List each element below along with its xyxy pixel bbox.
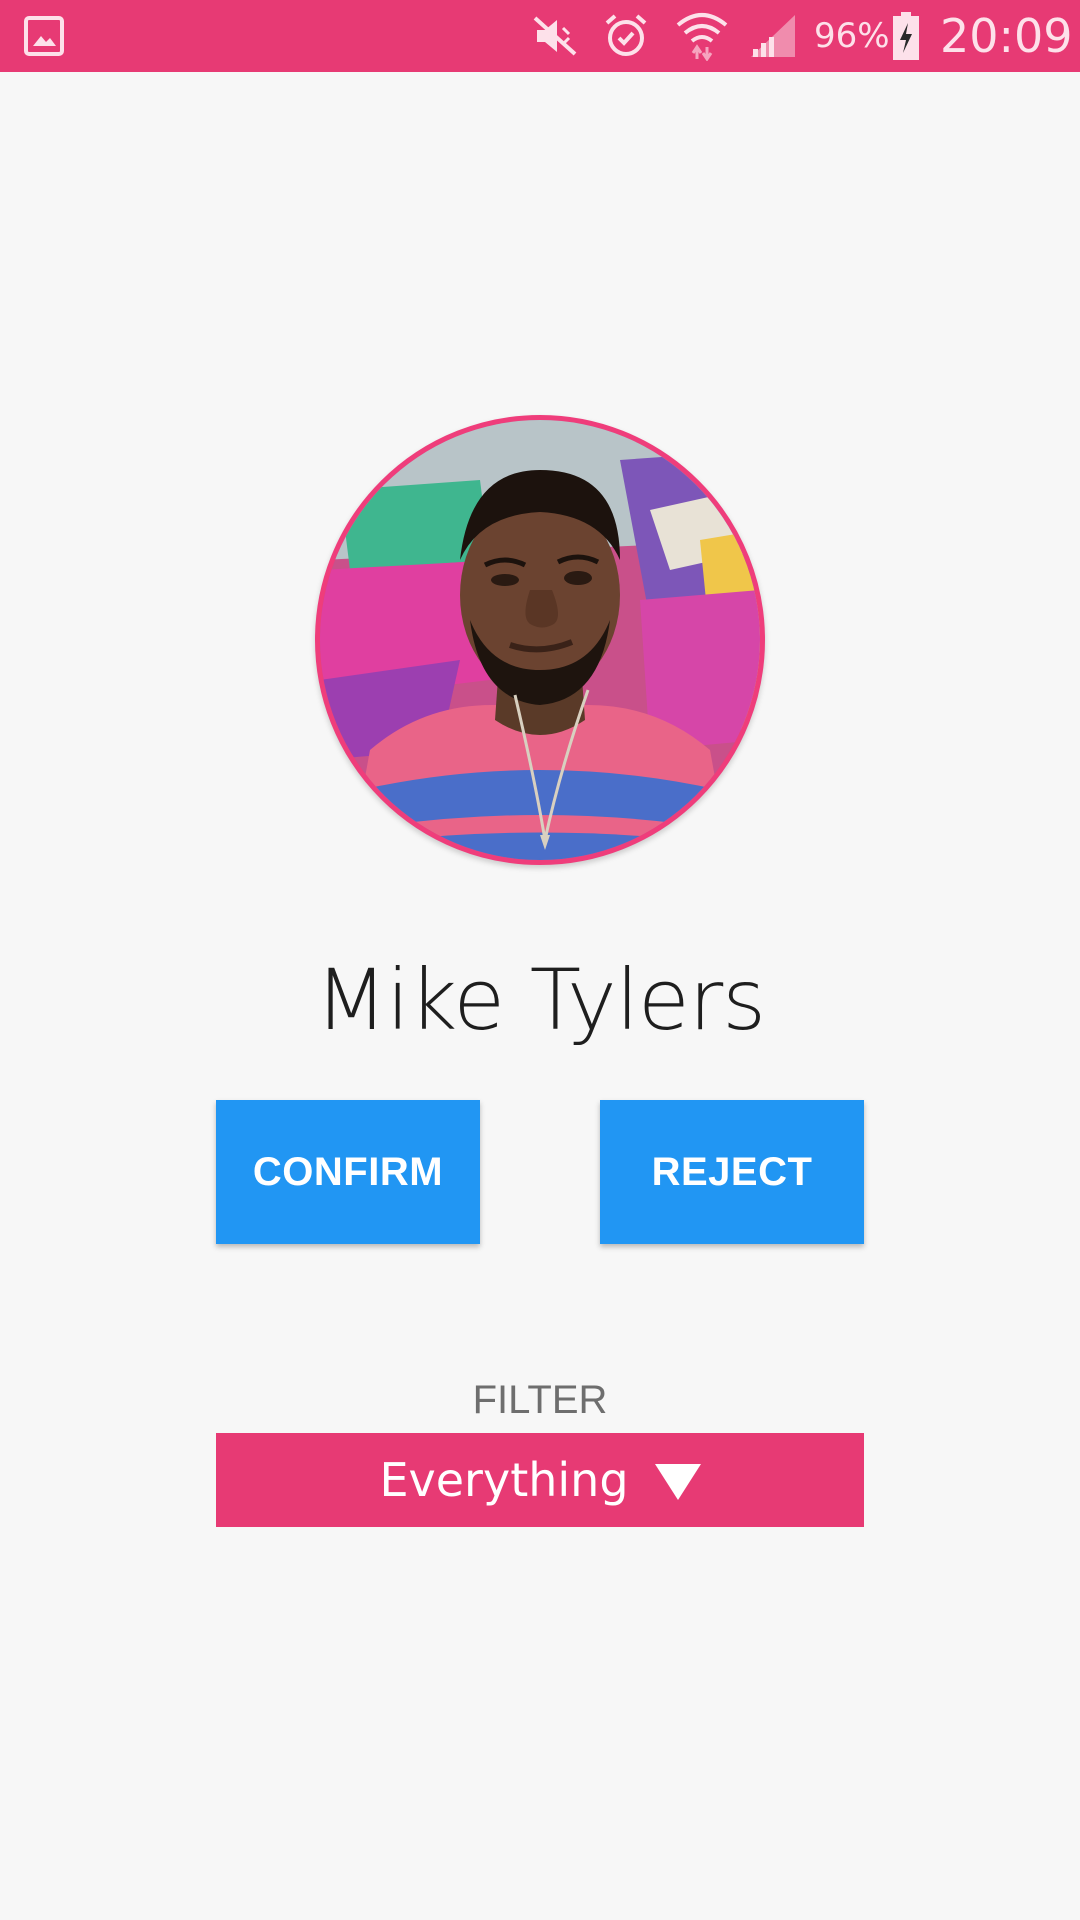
battery-percent: 96% <box>814 16 890 56</box>
confirm-button[interactable]: CONFIRM <box>216 1100 480 1244</box>
dropdown-arrow-icon <box>654 1464 701 1500</box>
vibrate-mute-icon <box>530 0 580 72</box>
filter-dropdown[interactable]: Everything <box>216 1433 864 1527</box>
profile-name: Mike Tylers <box>314 951 766 1049</box>
status-time: 20:09 <box>940 9 1073 63</box>
cell-signal-icon <box>748 0 798 72</box>
profile-photo <box>320 420 760 860</box>
status-bar: 96% 20:09 <box>0 0 1080 72</box>
gallery-notification-icon <box>22 0 66 72</box>
battery-charging-icon <box>890 0 922 72</box>
wifi-icon <box>674 0 730 72</box>
filter-selected-value: Everything <box>379 1453 629 1507</box>
reject-button[interactable]: REJECT <box>600 1100 864 1244</box>
filter-label: FILTER <box>472 1378 608 1422</box>
profile-avatar <box>315 415 765 865</box>
alarm-icon <box>602 0 650 72</box>
